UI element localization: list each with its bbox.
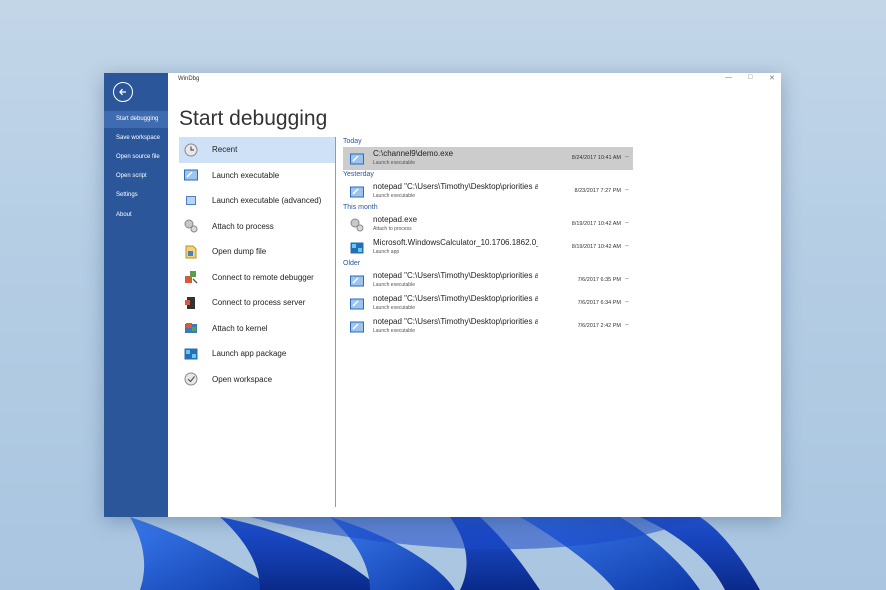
sidebar-item-about[interactable]: About	[104, 207, 168, 224]
pin-icon[interactable]: ⇔	[624, 243, 630, 249]
launch-advanced-icon	[184, 194, 198, 208]
app-package-icon	[350, 241, 364, 254]
entry-name: notepad "C:\Users\Timothy\Desktop\priori…	[373, 294, 538, 303]
entry-name: Microsoft.WindowsCalculator_10.1706.1862…	[373, 238, 538, 247]
recent-entry[interactable]: notepad "C:\Users\Timothy\Desktop\priori…	[343, 180, 633, 203]
entry-type: Launch app	[373, 249, 400, 255]
entry-type: Attach to process	[373, 226, 412, 232]
entry-type: Launch executable	[373, 328, 415, 334]
sidebar: Start debugging Save workspace Open sour…	[104, 73, 168, 517]
arrow-left-icon	[119, 88, 126, 96]
remote-debugger-icon	[184, 270, 198, 284]
attach-process-icon	[350, 218, 364, 232]
pin-icon[interactable]: ⇔	[624, 299, 630, 305]
entry-date: 7/6/2017 6:35 PM	[577, 277, 621, 283]
launch-executable-icon	[350, 152, 364, 165]
recent-entry[interactable]: notepad.exe Attach to process 8/19/2017 …	[343, 213, 633, 236]
action-label: Launch app package	[212, 349, 287, 359]
kernel-icon	[184, 321, 198, 335]
app-title: WinDbg	[178, 76, 200, 82]
action-label: Open workspace	[212, 374, 273, 384]
action-connect-remote-debugger[interactable]: Connect to remote debugger	[179, 265, 335, 291]
entry-date: 8/19/2017 10:42 AM	[571, 221, 621, 227]
action-list: Recent Launch executable Launch executab…	[179, 137, 335, 392]
sidebar-item-open-source-file[interactable]: Open source file	[104, 149, 168, 166]
close-button[interactable]: ✕	[769, 74, 775, 82]
sidebar-item-save-workspace[interactable]: Save workspace	[104, 130, 168, 147]
group-header-yesterday: Yesterday	[343, 171, 374, 178]
workspace-icon	[184, 372, 198, 386]
sidebar-item-start-debugging[interactable]: Start debugging	[104, 111, 168, 128]
action-open-workspace[interactable]: Open workspace	[179, 367, 335, 393]
entry-date: 7/6/2017 2:42 PM	[577, 323, 621, 329]
entry-date: 8/24/2017 10:41 AM	[571, 155, 621, 161]
pin-icon[interactable]: ⇔	[624, 322, 630, 328]
action-label: Connect to process server	[212, 298, 306, 308]
recent-icon	[184, 143, 198, 157]
action-attach-to-kernel[interactable]: Attach to kernel	[179, 316, 335, 342]
entry-name: notepad "C:\Users\Timothy\Desktop\priori…	[373, 271, 538, 280]
entry-date: 8/23/2017 7:27 PM	[574, 188, 621, 194]
action-label: Attach to process	[212, 221, 274, 231]
minimize-button[interactable]: —	[725, 74, 732, 81]
pin-icon[interactable]: ⇔	[624, 276, 630, 282]
recent-entry[interactable]: notepad "C:\Users\Timothy\Desktop\priori…	[343, 269, 633, 292]
action-label: Launch executable (advanced)	[212, 196, 322, 206]
back-button[interactable]	[113, 82, 133, 102]
action-label: Recent	[212, 145, 238, 155]
entry-name: C:\channel9\demo.exe	[373, 149, 454, 158]
recent-entry[interactable]: C:\channel9\demo.exe Launch executable 8…	[343, 147, 633, 170]
entry-type: Launch executable	[373, 160, 415, 166]
group-header-today: Today	[343, 138, 362, 145]
recent-entry[interactable]: notepad "C:\Users\Timothy\Desktop\priori…	[343, 315, 633, 338]
entry-date: 8/19/2017 10:42 AM	[571, 244, 621, 250]
launch-executable-icon	[350, 185, 364, 198]
sidebar-item-open-script[interactable]: Open script	[104, 168, 168, 185]
launch-executable-icon	[184, 168, 198, 182]
title-bar: WinDbg — □ ✕	[168, 73, 781, 87]
page-title: Start debugging	[179, 107, 328, 130]
entry-name: notepad.exe	[373, 215, 418, 224]
launch-executable-icon	[350, 320, 364, 333]
entry-type: Launch executable	[373, 305, 415, 311]
action-label: Attach to kernel	[212, 323, 268, 333]
entry-name: notepad "C:\Users\Timothy\Desktop\priori…	[373, 317, 538, 326]
action-label: Open dump file	[212, 247, 267, 257]
action-open-dump-file[interactable]: Open dump file	[179, 239, 335, 265]
launch-executable-icon	[350, 274, 364, 287]
recent-entry[interactable]: Microsoft.WindowsCalculator_10.1706.1862…	[343, 236, 633, 259]
action-launch-executable[interactable]: Launch executable	[179, 163, 335, 189]
pin-icon[interactable]: ⇔	[624, 187, 630, 193]
pin-icon[interactable]: ⇔	[624, 154, 630, 160]
entry-name: notepad "C:\Users\Timothy\Desktop\priori…	[373, 182, 538, 191]
group-header-this-month: This month	[343, 204, 378, 211]
action-connect-process-server[interactable]: Connect to process server	[179, 290, 335, 316]
action-launch-app-package[interactable]: Launch app package	[179, 341, 335, 367]
pin-icon[interactable]: ⇔	[624, 220, 630, 226]
entry-type: Launch executable	[373, 282, 415, 288]
recent-entry[interactable]: notepad "C:\Users\Timothy\Desktop\priori…	[343, 292, 633, 315]
app-package-icon	[184, 347, 198, 361]
action-label: Connect to remote debugger	[212, 272, 314, 282]
windbg-window: Start debugging Save workspace Open sour…	[104, 73, 781, 517]
process-server-icon	[184, 296, 198, 310]
action-recent[interactable]: Recent	[179, 137, 335, 163]
entry-date: 7/6/2017 6:34 PM	[577, 300, 621, 306]
maximize-button[interactable]: □	[748, 74, 752, 81]
dump-file-icon	[184, 245, 198, 259]
group-header-older: Older	[343, 260, 361, 267]
launch-executable-icon	[350, 297, 364, 310]
sidebar-item-settings[interactable]: Settings	[104, 187, 168, 204]
panel-divider	[335, 137, 336, 507]
attach-process-icon	[184, 219, 198, 233]
recent-list: Today C:\channel9\demo.exe Launch execut…	[343, 137, 633, 338]
action-label: Launch executable	[212, 170, 280, 180]
entry-type: Launch executable	[373, 193, 415, 199]
action-launch-executable-advanced[interactable]: Launch executable (advanced)	[179, 188, 335, 214]
action-attach-to-process[interactable]: Attach to process	[179, 214, 335, 240]
